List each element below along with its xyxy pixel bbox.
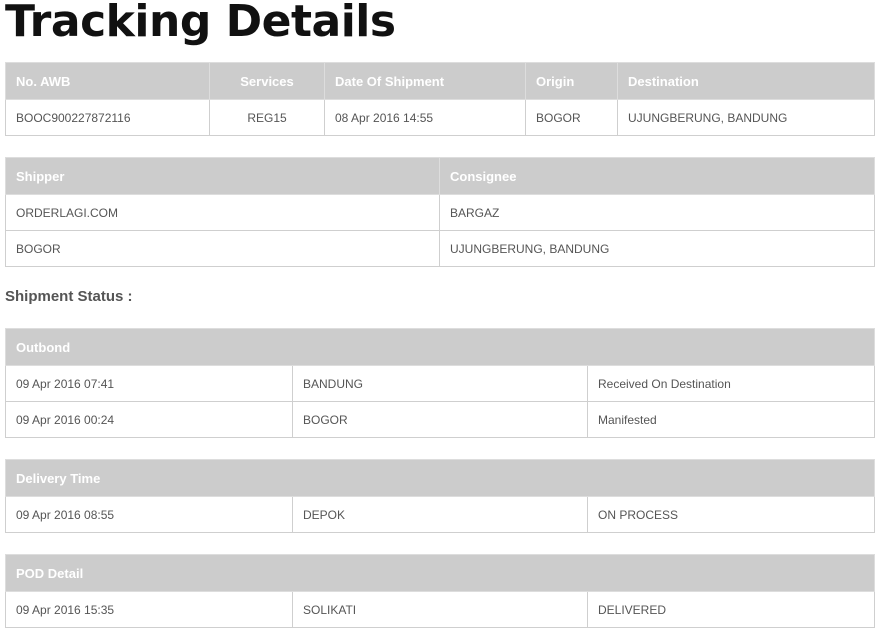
- awb-header-row: No. AWB Services Date Of Shipment Origin…: [5, 62, 875, 100]
- table-row: 09 Apr 2016 15:35 SOLIKATI DELIVERED: [5, 591, 876, 628]
- shipper-name: ORDERLAGI.COM: [5, 194, 440, 231]
- date-column-header: Date Of Shipment: [324, 62, 526, 100]
- pod-detail-table: POD Detail 09 Apr 2016 15:35 SOLIKATI DE…: [4, 554, 876, 628]
- shipment-date: 08 Apr 2016 14:55: [324, 99, 526, 136]
- origin-column-header: Origin: [525, 62, 618, 100]
- services-column-header: Services: [209, 62, 325, 100]
- delivery-time-header: Delivery Time: [4, 459, 876, 497]
- event-location: DEPOK: [292, 496, 588, 533]
- event-time: 09 Apr 2016 00:24: [5, 401, 293, 438]
- event-location: BANDUNG: [292, 365, 588, 402]
- event-location: BOGOR: [292, 401, 588, 438]
- consignee-column-header: Consignee: [439, 157, 875, 195]
- delivery-header-row: Delivery Time: [4, 459, 876, 497]
- page-title: Tracking Details: [5, 0, 396, 47]
- event-status: Manifested: [586, 401, 876, 438]
- destination-value: UJUNGBERUNG, BANDUNG: [617, 99, 875, 136]
- origin-value: BOGOR: [525, 99, 618, 136]
- pod-header-row: POD Detail: [4, 554, 876, 592]
- event-status: Received On Destination: [586, 365, 876, 402]
- awb-number: BOOC900227872116: [5, 99, 210, 136]
- pod-time: 09 Apr 2016 15:35: [5, 591, 293, 628]
- outbond-header: Outbond: [4, 328, 876, 366]
- table-row: 09 Apr 2016 00:24 BOGOR Manifested: [5, 401, 876, 438]
- pod-receiver: SOLIKATI: [292, 591, 588, 628]
- table-row: ORDERLAGI.COM BARGAZ: [5, 194, 875, 231]
- consignee-name: BARGAZ: [439, 194, 875, 231]
- event-status: ON PROCESS: [586, 496, 876, 533]
- awb-table: No. AWB Services Date Of Shipment Origin…: [5, 62, 875, 136]
- pod-detail-header: POD Detail: [4, 554, 876, 592]
- shipment-status-heading: Shipment Status :: [5, 288, 133, 305]
- shipper-column-header: Shipper: [5, 157, 440, 195]
- event-time: 09 Apr 2016 07:41: [5, 365, 293, 402]
- pod-status: DELIVERED: [586, 591, 876, 628]
- party-header-row: Shipper Consignee: [5, 157, 875, 195]
- table-row: 09 Apr 2016 08:55 DEPOK ON PROCESS: [5, 496, 876, 533]
- shipper-consignee-table: Shipper Consignee ORDERLAGI.COM BARGAZ B…: [5, 157, 875, 267]
- table-row: BOOC900227872116 REG15 08 Apr 2016 14:55…: [5, 99, 875, 136]
- delivery-time-table: Delivery Time 09 Apr 2016 08:55 DEPOK ON…: [4, 459, 876, 533]
- service-code: REG15: [209, 99, 325, 136]
- shipper-city: BOGOR: [5, 230, 440, 267]
- outbond-header-row: Outbond: [4, 328, 876, 366]
- table-row: BOGOR UJUNGBERUNG, BANDUNG: [5, 230, 875, 267]
- destination-column-header: Destination: [617, 62, 875, 100]
- event-time: 09 Apr 2016 08:55: [5, 496, 293, 533]
- outbond-table: Outbond 09 Apr 2016 07:41 BANDUNG Receiv…: [4, 328, 876, 438]
- consignee-city: UJUNGBERUNG, BANDUNG: [439, 230, 875, 267]
- awb-column-header: No. AWB: [5, 62, 210, 100]
- table-row: 09 Apr 2016 07:41 BANDUNG Received On De…: [5, 365, 876, 402]
